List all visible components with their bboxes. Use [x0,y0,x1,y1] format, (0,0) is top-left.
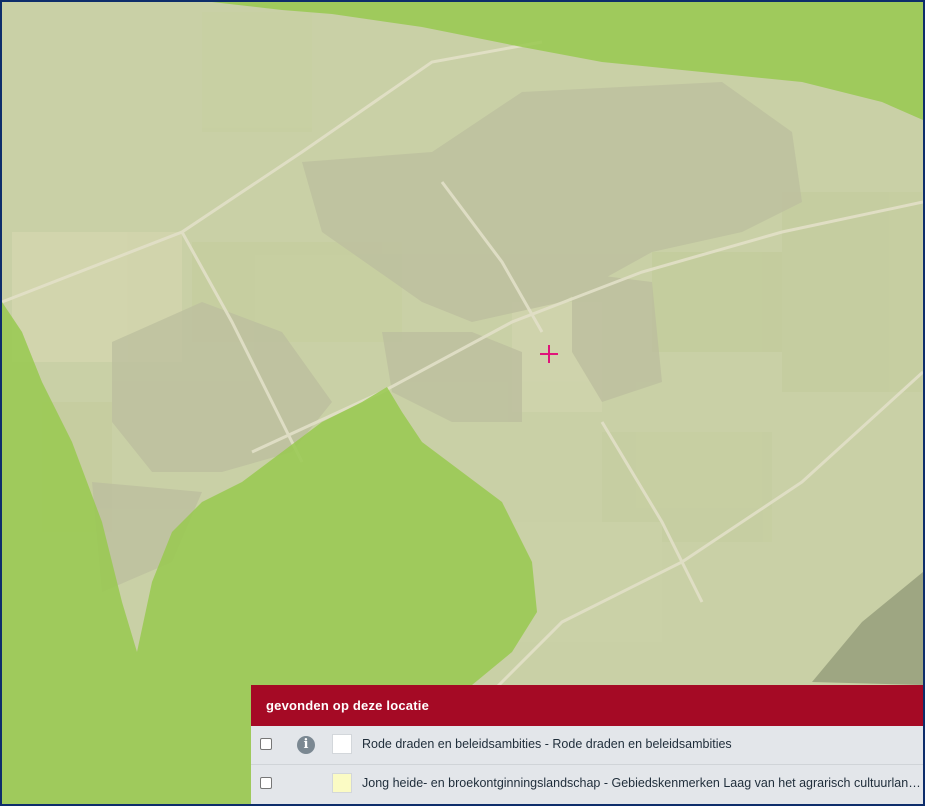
info-icon[interactable]: i [297,736,315,754]
legend-swatch [332,734,352,754]
layer-checkbox[interactable] [260,777,272,789]
map-canvas[interactable] [2,2,923,804]
result-label: Jong heide- en broekontginningslandschap… [362,776,922,790]
result-row[interactable]: Jong heide- en broekontginningslandschap… [251,765,923,803]
results-panel-title: gevonden op deze locatie [251,685,923,726]
result-row[interactable]: i Rode draden en beleidsambities - Rode … [251,726,923,765]
legend-swatch [332,773,352,793]
layer-checkbox[interactable] [260,738,272,750]
result-label: Rode draden en beleidsambities - Rode dr… [362,737,732,751]
map-frame: gevonden op deze locatie i Rode draden e… [0,0,925,806]
results-panel: gevonden op deze locatie i Rode draden e… [251,685,923,804]
